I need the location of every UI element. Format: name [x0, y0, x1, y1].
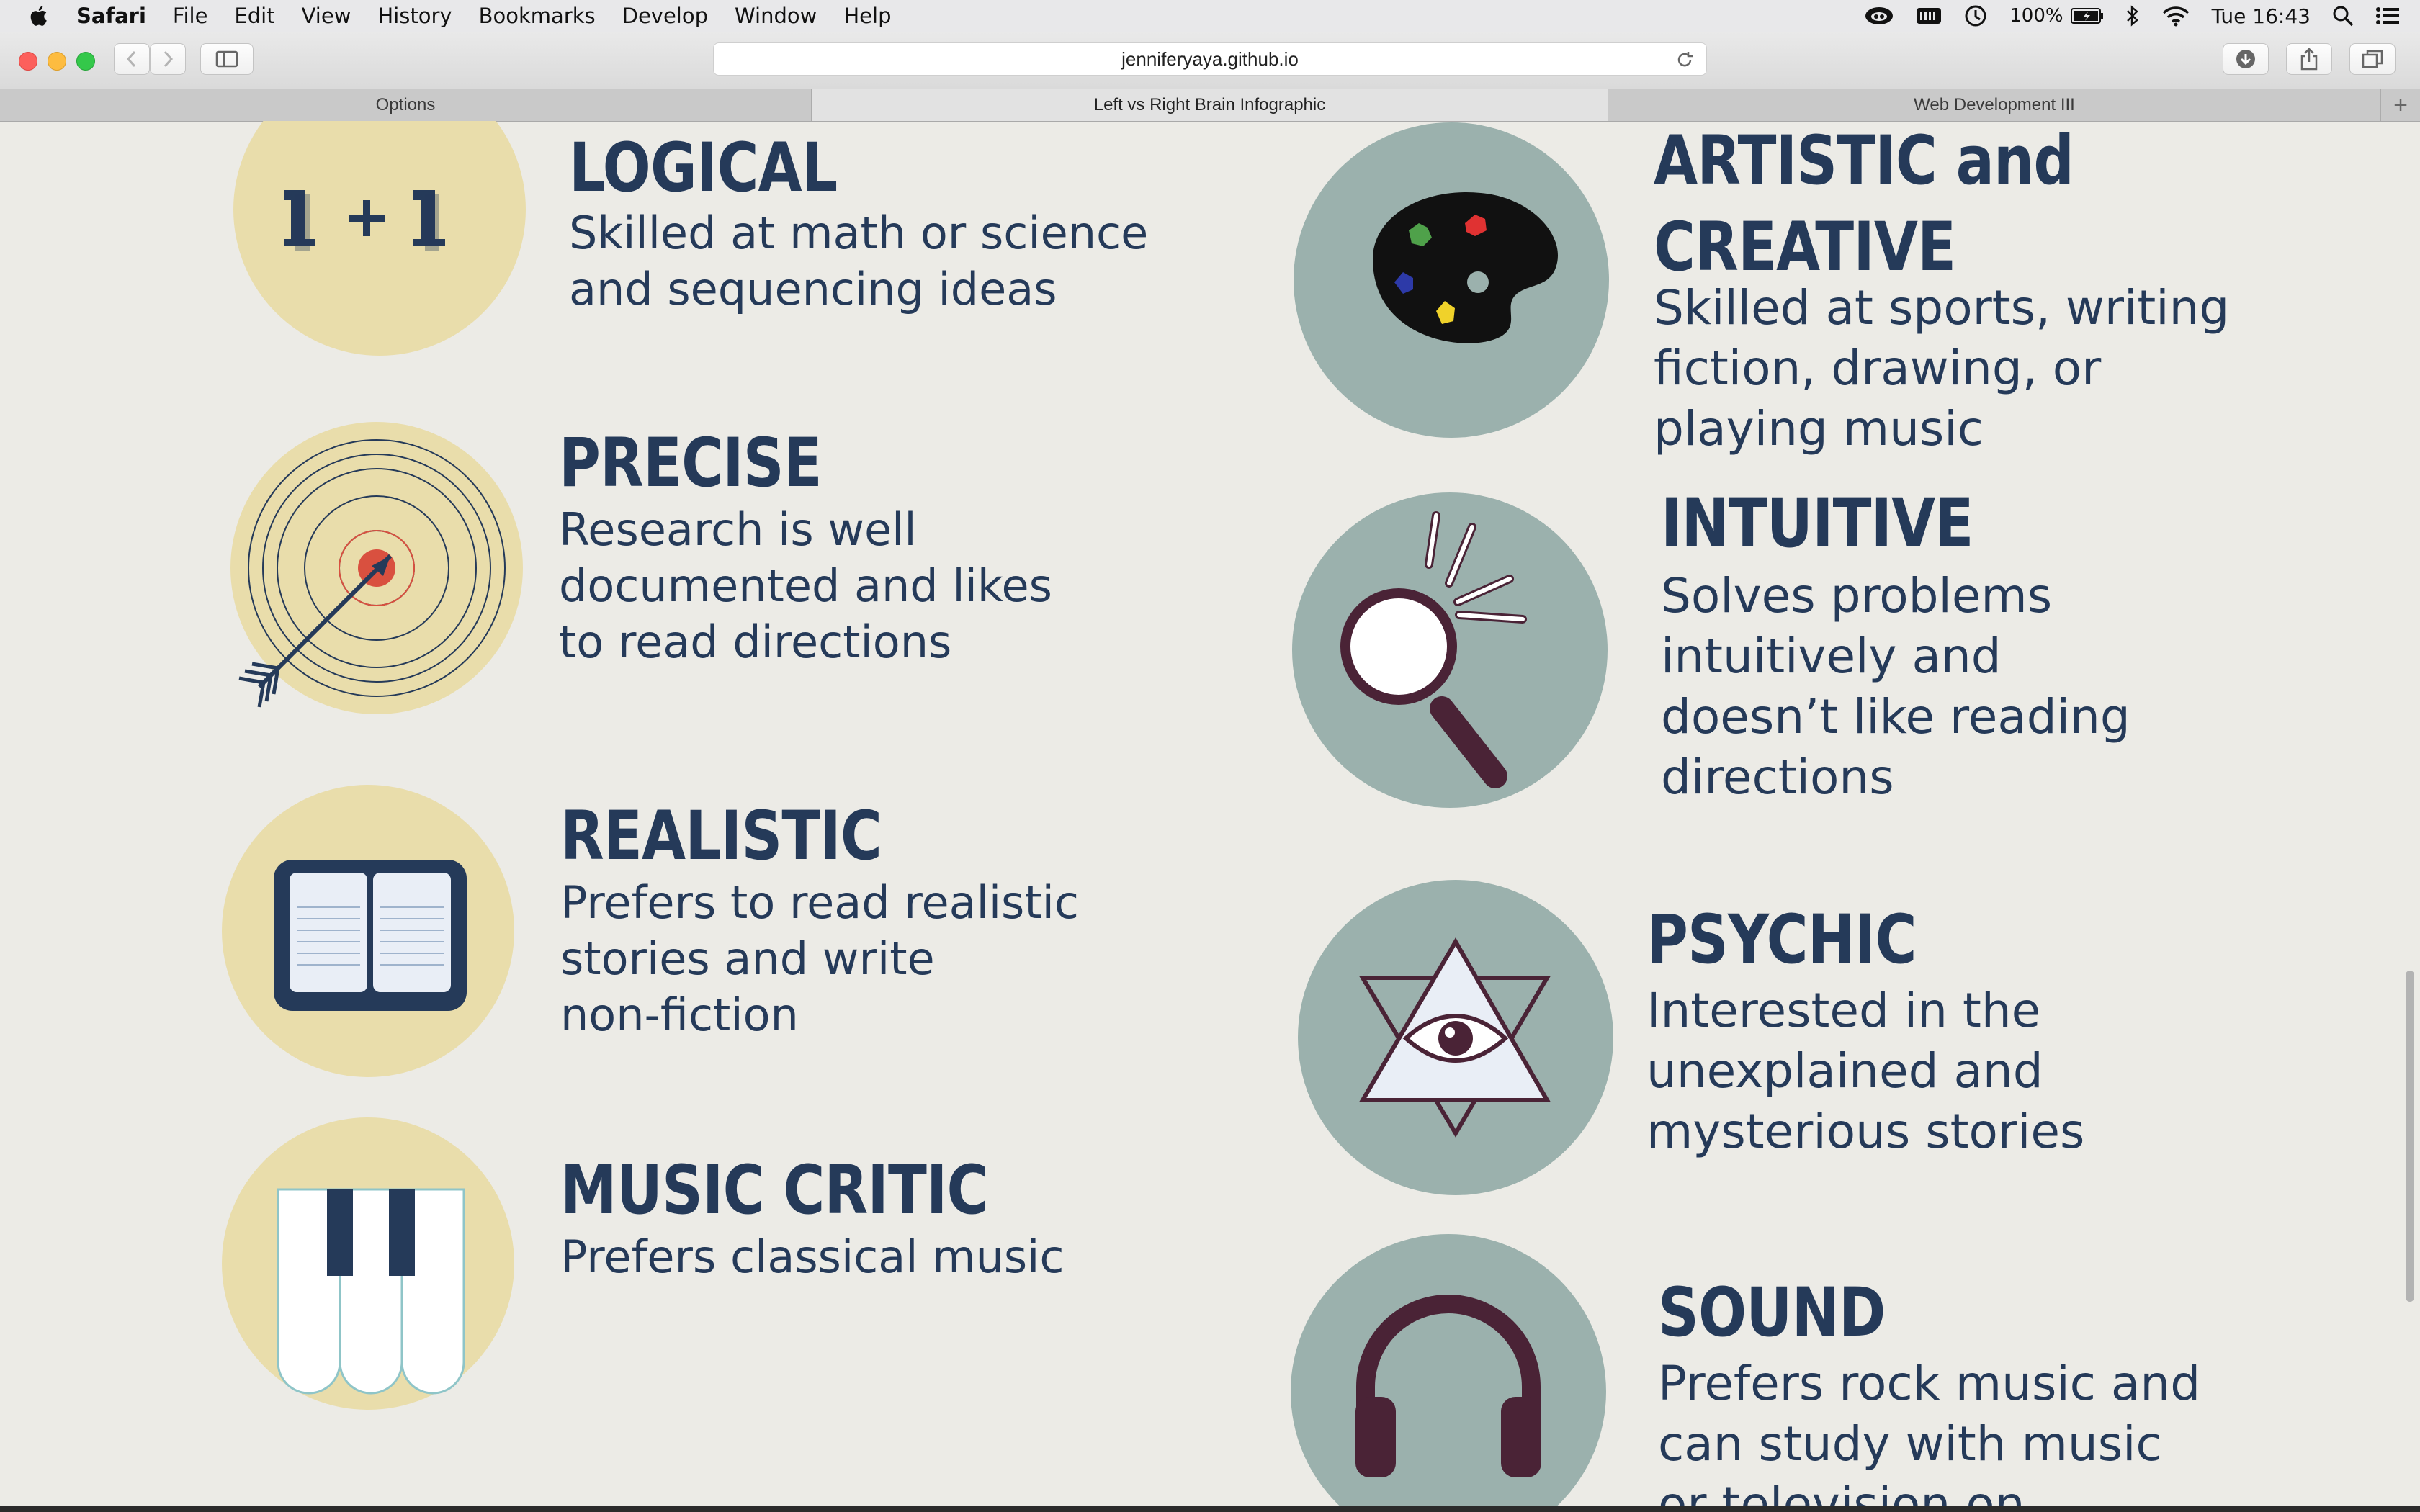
sidebar-toggle-button[interactable]: [200, 43, 254, 75]
window-bottom-edge: [0, 1506, 2420, 1512]
sound-title: SOUND: [1658, 1274, 1886, 1352]
status-area: 100% Tue 16:43: [1842, 0, 2400, 32]
psychic-desc-line-1: Interested in the: [1646, 983, 2041, 1038]
magnifying-glass-icon: [1340, 511, 1527, 788]
precise-title: PRECISE: [559, 424, 823, 503]
realistic-desc-line-1: Prefers to read realistic: [560, 876, 1079, 929]
apple-menu-icon[interactable]: [27, 4, 52, 28]
tab-options[interactable]: Options: [0, 89, 812, 121]
music-critic-circle: [222, 1117, 514, 1410]
menu-app-safari[interactable]: Safari: [76, 4, 146, 28]
open-book-icon: [274, 860, 467, 1011]
menubar-clock[interactable]: Tue 16:43: [2212, 4, 2311, 28]
share-icon: [2300, 48, 2318, 71]
window-close-button[interactable]: [19, 52, 37, 71]
chevron-left-icon: [126, 50, 136, 68]
artistic-desc-line-1: Skilled at sports, writing: [1654, 280, 2230, 336]
sound-circle: [1291, 1234, 1606, 1506]
menu-history[interactable]: History: [377, 4, 452, 28]
music-critic-title: MUSIC CRITIC: [560, 1151, 988, 1230]
all-seeing-eye-icon: [1358, 937, 1551, 1138]
chevron-right-icon: [163, 50, 174, 68]
psychic-circle: [1298, 880, 1613, 1195]
realistic-desc-line-2: stories and write: [560, 932, 935, 985]
psychic-desc-line-3: mysterious stories: [1646, 1104, 2085, 1159]
precise-desc-line-2: documented and likes: [559, 559, 1052, 612]
realistic-desc-line-3: non-fiction: [560, 989, 799, 1041]
logical-circle: [233, 121, 526, 356]
sound-desc-line-2: can study with music: [1658, 1416, 2162, 1472]
artistic-title-line-1: ARTISTIC and: [1654, 122, 2074, 200]
logical-title: LOGICAL: [569, 129, 838, 207]
creative-cloud-icon[interactable]: [1864, 6, 1894, 26]
precise-desc-line-1: Research is well: [559, 503, 917, 556]
menu-bar: Safari File Edit View History Bookmarks …: [0, 0, 2420, 32]
show-all-tabs-button[interactable]: [2349, 43, 2396, 75]
menu-bookmarks[interactable]: Bookmarks: [479, 4, 596, 28]
sidebar-icon: [215, 50, 238, 68]
menu-develop[interactable]: Develop: [622, 4, 708, 28]
url-text: jenniferyaya.github.io: [1121, 48, 1299, 70]
sound-desc-line-3: or television on: [1658, 1477, 2025, 1506]
sound-desc-line-1: Prefers rock music and: [1658, 1356, 2201, 1411]
notification-center-icon[interactable]: [2375, 6, 2400, 26]
music-critic-desc-line-1: Prefers classical music: [560, 1230, 1065, 1283]
intuitive-circle: [1292, 492, 1608, 808]
tab-left-vs-right-brain[interactable]: Left vs Right Brain Infographic: [812, 89, 1608, 121]
tab-web-development[interactable]: Web Development III: [1608, 89, 2381, 121]
battery-percent: 100%: [2009, 5, 2063, 27]
logical-desc-line-2: and sequencing ideas: [569, 263, 1057, 315]
artistic-desc-line-2: fiction, drawing, or: [1654, 341, 2102, 396]
precise-circle: [230, 422, 523, 714]
intuitive-desc-line-1: Solves problems: [1661, 568, 2053, 624]
precise-desc-line-3: to read directions: [559, 616, 952, 668]
tabs-overview-icon: [2362, 50, 2383, 68]
download-icon: [2236, 50, 2255, 68]
intuitive-title: INTUITIVE: [1661, 485, 1973, 563]
target-arrow-icon: [238, 439, 506, 708]
logical-desc-line-1: Skilled at math or science: [569, 207, 1149, 259]
piano-keys-icon: [277, 1188, 465, 1395]
intuitive-desc-line-2: intuitively and: [1661, 629, 2002, 684]
menu-edit[interactable]: Edit: [234, 4, 274, 28]
spotlight-search-icon[interactable]: [2332, 5, 2354, 27]
reload-icon[interactable]: [1675, 50, 1695, 75]
new-tab-button[interactable]: +: [2381, 89, 2420, 121]
browser-toolbar: jenniferyaya.github.io: [0, 32, 2420, 89]
tab-bar: Options Left vs Right Brain Infographic …: [0, 89, 2420, 122]
artistic-desc-line-3: playing music: [1654, 401, 1984, 456]
menu-help[interactable]: Help: [843, 4, 891, 28]
share-button[interactable]: [2286, 43, 2332, 75]
memory-meter-icon[interactable]: [1916, 6, 1942, 25]
one-plus-one-icon: [284, 190, 445, 251]
battery-icon[interactable]: [2070, 7, 2104, 24]
menu-window[interactable]: Window: [735, 4, 817, 28]
psychic-title: PSYCHIC: [1646, 901, 1917, 979]
paint-palette-icon: [1373, 192, 1558, 343]
tab-label: Left vs Right Brain Infographic: [1093, 95, 1326, 114]
tab-label: Options: [375, 95, 436, 114]
tab-label: Web Development III: [1914, 95, 2075, 114]
realistic-title: REALISTIC: [560, 797, 882, 876]
realistic-circle: [222, 785, 514, 1077]
wifi-icon[interactable]: [2161, 5, 2190, 27]
psychic-desc-line-2: unexplained and: [1646, 1043, 2043, 1099]
bluetooth-icon[interactable]: [2125, 4, 2140, 27]
downloads-button[interactable]: [2223, 43, 2269, 75]
vertical-scrollbar[interactable]: [2406, 971, 2414, 1302]
forward-button[interactable]: [150, 43, 186, 75]
menu-file[interactable]: File: [173, 4, 208, 28]
intuitive-desc-line-4: directions: [1661, 750, 1894, 805]
headphones-icon: [1355, 1295, 1541, 1477]
artistic-circle: [1294, 122, 1609, 438]
back-button[interactable]: [114, 43, 150, 75]
intuitive-desc-line-3: doesn’t like reading: [1661, 689, 2130, 744]
menu-view[interactable]: View: [302, 4, 351, 28]
time-machine-icon[interactable]: [1963, 4, 1988, 28]
address-bar[interactable]: jenniferyaya.github.io: [713, 42, 1707, 76]
window-zoom-button[interactable]: [76, 52, 95, 71]
window-minimize-button[interactable]: [48, 52, 66, 71]
web-page: LOGICAL Skilled at math or science and s…: [0, 121, 2420, 1506]
